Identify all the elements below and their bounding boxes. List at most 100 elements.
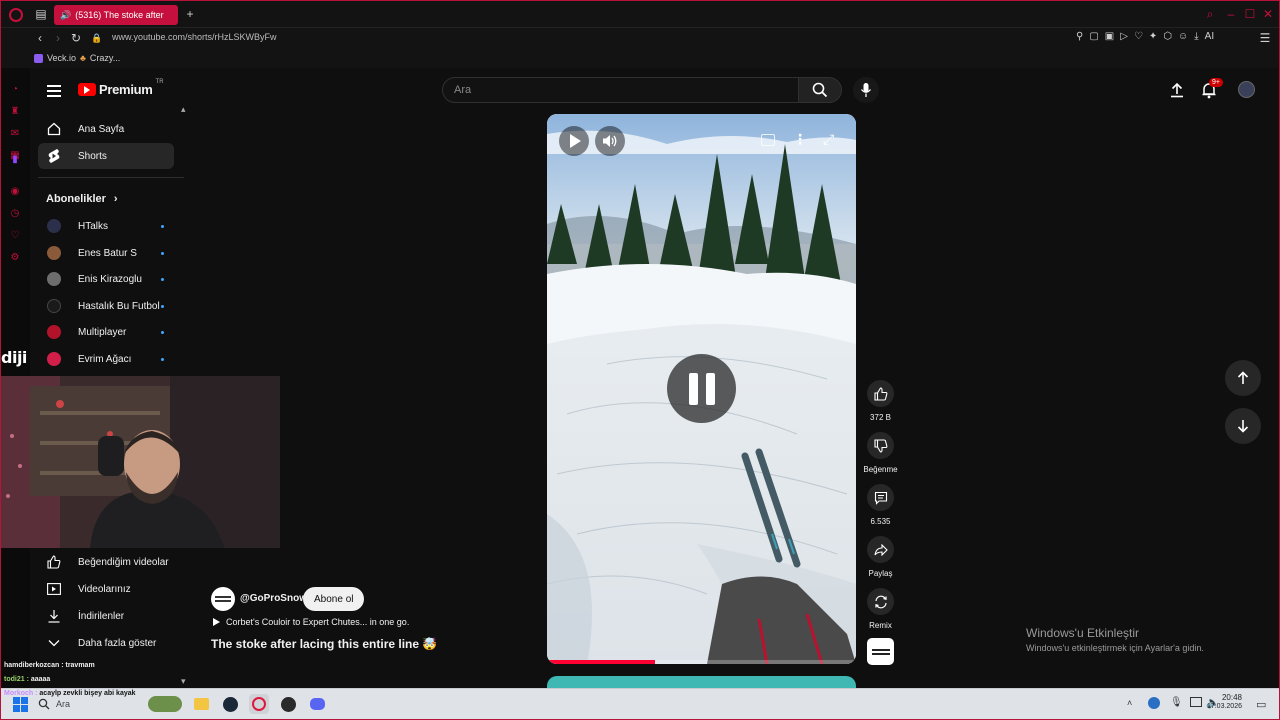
sidebar-item-label: Daha fazla göster [78, 637, 157, 649]
subscriptions-heading[interactable]: Abonelikler › [46, 193, 118, 205]
chevron-right-icon: › [113, 193, 118, 205]
comments-button[interactable] [867, 484, 894, 511]
settings-icon[interactable]: ⚙ [9, 252, 21, 264]
remix-button[interactable] [867, 588, 894, 615]
search-button[interactable] [798, 77, 842, 103]
like-button[interactable] [867, 380, 894, 407]
opera-taskbar-icon[interactable] [249, 694, 269, 714]
aria-icon[interactable]: ◔ [9, 84, 21, 96]
lock-icon: 🔒 [91, 32, 103, 43]
youtube-logo[interactable]: Premium TR [78, 79, 164, 97]
wallet-icon[interactable]: ▣ [1105, 31, 1114, 45]
voice-search-button[interactable] [853, 77, 879, 103]
upload-button[interactable] [1168, 81, 1186, 99]
twitch-sidebar-icon[interactable]: ▮ [9, 154, 21, 166]
vpn-icon[interactable]: ⬡ [1163, 31, 1172, 45]
sidebar-item-your-videos[interactable]: Videolarınız [38, 576, 174, 602]
avatar[interactable] [1238, 81, 1255, 98]
url-field[interactable]: www.youtube.com/shorts/rHzLSKWByFw [112, 32, 277, 42]
channel-name[interactable]: @GoProSnow [240, 593, 307, 604]
snapshot-icon[interactable]: ▢ [1089, 31, 1098, 45]
sidebar-item-label: Shorts [78, 150, 107, 162]
previous-short-button[interactable] [1225, 360, 1261, 396]
subscription-label: HTalks [78, 220, 109, 232]
subscription-item[interactable]: Enes Batur S [38, 241, 174, 265]
subscribe-button[interactable]: Abone ol [303, 587, 365, 611]
menu-icon[interactable] [47, 84, 61, 97]
subscription-item[interactable]: Evrim Ağacı [38, 347, 174, 371]
sidebar-item-home[interactable]: Ana Sayfa [38, 116, 174, 142]
pause-overlay-button[interactable] [667, 354, 736, 423]
history-icon[interactable]: ◷ [9, 208, 21, 220]
fullscreen-icon[interactable]: ⤢ [823, 131, 834, 148]
search-input[interactable]: Ara [442, 77, 799, 103]
short-video-player[interactable]: ⋮ ⤢ [547, 114, 856, 664]
taskbar-clock[interactable]: 20:48 [1220, 693, 1242, 703]
bookmark-veck[interactable]: Veck.io [34, 53, 76, 63]
start-button[interactable] [10, 694, 30, 714]
aria-ai-icon[interactable]: AI [1205, 31, 1214, 45]
subscription-item[interactable]: Hastalık Bu Futbol [38, 294, 174, 318]
search-tabs-icon[interactable]: ⌕ [1203, 7, 1217, 21]
reload-icon[interactable]: ↻ [70, 31, 82, 45]
maximize-icon[interactable]: ☐ [1243, 7, 1257, 21]
opera-logo-icon[interactable] [9, 8, 23, 22]
windows-activation-title: Windows'u Etkinleştir [1026, 626, 1139, 640]
bookmark-crazy[interactable]: ♣ Crazy... [80, 53, 120, 63]
account-icon[interactable]: ☺ [1178, 31, 1188, 45]
volume-button[interactable] [595, 126, 625, 156]
speaker-icon[interactable]: 🔊 [60, 10, 71, 21]
share-button[interactable] [867, 536, 894, 563]
notification-center-icon[interactable]: ▭ [1256, 698, 1266, 711]
notifications-button[interactable]: 9+ [1200, 78, 1223, 99]
tray-microphone-icon[interactable]: 🎙 [1170, 697, 1183, 708]
download-icon[interactable]: ⤓ [1194, 31, 1198, 45]
next-short-preview[interactable] [547, 676, 856, 688]
back-icon[interactable]: ‹ [34, 31, 46, 45]
channel-avatar[interactable] [211, 587, 235, 611]
sidebar-item-show-more[interactable]: Daha fazla göster [38, 630, 174, 656]
more-options-icon[interactable]: ⋮ [793, 131, 807, 148]
extensions-icon[interactable]: ✦ [1149, 31, 1157, 45]
captions-icon[interactable] [761, 134, 775, 146]
sidebar-item-liked-videos[interactable]: Beğendiğim videolar [38, 549, 174, 575]
tab-title: (5316) The stoke after [75, 10, 164, 20]
search-highlight-icon[interactable] [148, 696, 182, 712]
tab-youtube[interactable]: 🔊 (5316) The stoke after [54, 5, 178, 25]
file-explorer-icon[interactable] [191, 694, 211, 714]
audio-source-thumbnail[interactable] [867, 638, 894, 665]
player-sidebar-icon[interactable]: ◉ [9, 186, 21, 198]
minimize-icon[interactable]: – [1224, 7, 1238, 21]
close-icon[interactable]: ✕ [1261, 7, 1275, 21]
sidebar-item-shorts[interactable]: Shorts [38, 143, 174, 169]
player-icon[interactable]: ▷ [1120, 31, 1128, 45]
subscription-item[interactable]: Enis Kirazoglu [38, 267, 174, 291]
sidebar-item-downloads[interactable]: İndirilenler [38, 603, 174, 629]
subscription-item[interactable]: Multiplayer [38, 320, 174, 344]
progress-track[interactable] [547, 660, 856, 664]
play-button[interactable] [559, 126, 589, 156]
forward-icon[interactable]: › [52, 31, 64, 45]
discord-icon[interactable] [307, 694, 327, 714]
heart-icon[interactable]: ♡ [1134, 31, 1143, 45]
pin-icon[interactable]: ⚲ [1076, 31, 1083, 45]
playlist-link[interactable]: Corbet's Couloir to Expert Chutes... in … [213, 617, 409, 627]
tab-manager-icon[interactable]: ▤ [34, 7, 48, 21]
game-icon[interactable]: ♜ [9, 106, 21, 118]
next-short-button[interactable] [1225, 408, 1261, 444]
tray-expand-icon[interactable]: ˄ [1127, 698, 1132, 708]
sidebar-scroll-down-icon[interactable]: ▾ [181, 676, 186, 687]
search-icon [38, 698, 50, 710]
messenger-icon[interactable]: ✉ [9, 128, 21, 140]
bookmarks-sidebar-icon[interactable]: ♡ [9, 230, 21, 242]
easy-setup-icon[interactable]: ☰ [1259, 31, 1271, 45]
sidebar-scroll-up-icon[interactable]: ▴ [181, 104, 186, 115]
obs-icon[interactable] [278, 694, 298, 714]
search-icon [812, 82, 828, 98]
steam-icon[interactable] [220, 694, 240, 714]
new-tab-icon[interactable]: + [184, 7, 196, 21]
playlist-text: Corbet's Couloir to Expert Chutes... in … [226, 617, 410, 627]
tray-network-icon[interactable] [1148, 697, 1160, 709]
subscription-item[interactable]: HTalks [38, 214, 174, 238]
dislike-button[interactable] [867, 432, 894, 459]
